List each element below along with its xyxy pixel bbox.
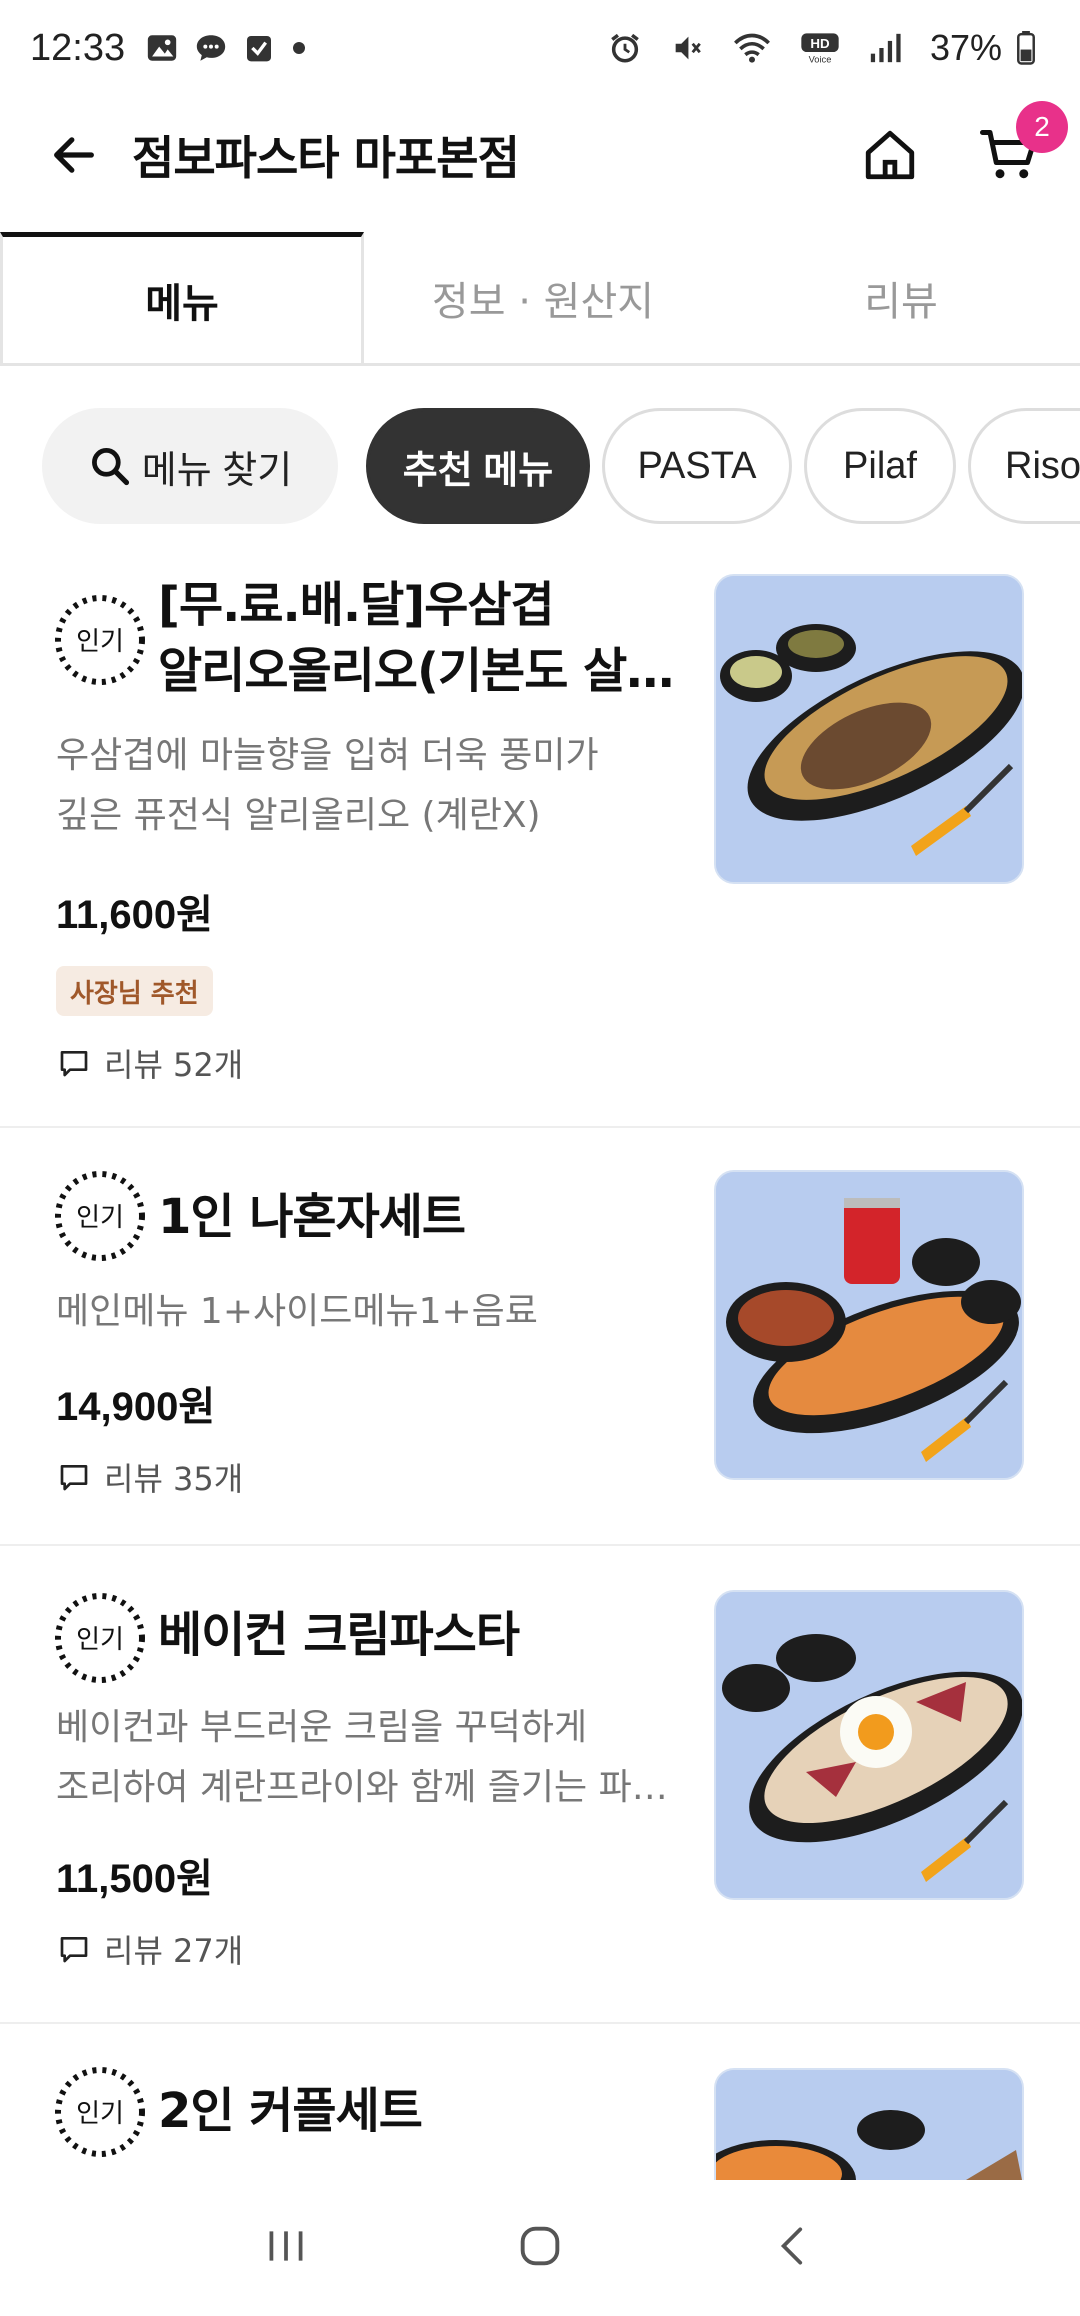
chat-icon xyxy=(193,31,229,65)
chip-risotto[interactable]: Riso xyxy=(968,408,1080,524)
menu-item-reviews: 리뷰 35개 xyxy=(58,1454,243,1500)
dot-icon xyxy=(289,38,309,58)
popular-badge-icon: 인기 xyxy=(54,1592,146,1684)
menu-item[interactable]: 인기 2인 커플세트 xyxy=(0,2024,1080,2180)
popular-badge-label: 인기 xyxy=(76,2099,124,2129)
menu-item-desc-line1: 메인메뉴 1+사이드메뉴1+음료 xyxy=(56,1291,538,1332)
cart-count-badge: 2 xyxy=(1016,101,1068,153)
menu-item-desc-line2: 깊은 퓨전식 알리올리오 (계란X) xyxy=(56,795,541,836)
cream-pasta-image xyxy=(716,1592,1022,1898)
popular-badge-label: 인기 xyxy=(76,1625,124,1655)
tab-menu[interactable]: 메뉴 xyxy=(0,232,364,363)
category-chips: 메뉴 찾기 추천 메뉴 PASTA Pilaf Riso xyxy=(0,408,1080,526)
popular-badge-icon: 인기 xyxy=(54,594,146,686)
home-nav-button[interactable] xyxy=(514,2220,566,2276)
menu-item-price: 14,900원 xyxy=(56,1385,216,1429)
review-bubble-icon xyxy=(60,1937,88,1963)
arrow-left-icon xyxy=(54,137,94,173)
signal-icon xyxy=(868,31,902,65)
review-count: 리뷰 52개 xyxy=(104,1046,244,1084)
alarm-icon xyxy=(608,31,642,65)
svg-text:HD: HD xyxy=(810,36,830,51)
app-header: 점보파스타 마포본점 2 xyxy=(0,96,1080,214)
review-count: 리뷰 35개 xyxy=(104,1460,244,1498)
menu-item[interactable]: 인기 1인 나혼자세트 메인메뉴 1+사이드메뉴1+음료 14,900원 리뷰 … xyxy=(0,1128,1080,1546)
store-tabs: 메뉴 정보 · 원산지 리뷰 xyxy=(0,232,1080,366)
menu-item-price: 11,600원 xyxy=(56,893,213,937)
menu-item-name-line2: 알리오올리오(기본도 살… xyxy=(158,643,674,699)
mute-icon xyxy=(670,31,704,65)
review-bubble-icon xyxy=(60,1465,88,1491)
gallery-icon xyxy=(145,31,179,65)
home-button[interactable] xyxy=(854,119,926,191)
menu-item-name-line1: 2인 커플세트 xyxy=(158,2083,423,2139)
pasta-set-image xyxy=(716,1172,1022,1478)
popular-badge-icon: 인기 xyxy=(54,2066,146,2158)
store-title: 점보파스타 마포본점 xyxy=(132,131,520,185)
menu-item-photo[interactable] xyxy=(714,1170,1024,1480)
pasta-dish-image xyxy=(716,576,1022,882)
search-icon xyxy=(91,448,129,486)
menu-item-desc-line2: 조리하여 계란프라이와 함께 즐기는 파… xyxy=(56,1767,668,1808)
home-icon xyxy=(865,130,915,180)
menu-item-photo[interactable] xyxy=(714,2068,1024,2180)
menu-item-desc-line1: 베이컨과 부드러운 크림을 꾸덕하게 xyxy=(56,1707,588,1748)
check-icon xyxy=(243,31,275,65)
menu-search-button[interactable]: 메뉴 찾기 xyxy=(42,408,338,524)
chip-recommended[interactable]: 추천 메뉴 xyxy=(366,408,590,524)
review-count: 리뷰 27개 xyxy=(104,1932,244,1970)
tab-info-origin[interactable]: 정보 · 원산지 xyxy=(364,232,722,363)
popular-badge-label: 인기 xyxy=(76,1203,124,1233)
couple-set-image xyxy=(716,2070,1022,2180)
status-time: 12:33 xyxy=(30,26,126,69)
back-button[interactable] xyxy=(38,119,110,191)
hd-voice-icon: HD Voice xyxy=(800,31,840,65)
menu-item-price: 11,500원 xyxy=(56,1857,213,1901)
popular-badge-label: 인기 xyxy=(76,627,124,657)
menu-item-photo[interactable] xyxy=(714,1590,1024,1900)
chip-pasta[interactable]: PASTA xyxy=(602,408,792,524)
menu-item-desc-line1: 우삼겹에 마늘향을 입혀 더욱 풍미가 xyxy=(56,735,599,776)
menu-search-label: 메뉴 찾기 xyxy=(141,449,293,492)
status-bar: 12:33 HD Voice 37% xyxy=(0,0,1080,96)
tab-reviews[interactable]: 리뷰 xyxy=(722,232,1080,363)
chip-pilaf[interactable]: Pilaf xyxy=(804,408,956,524)
popular-badge-icon: 인기 xyxy=(54,1170,146,1262)
menu-item[interactable]: 인기 [무.료.배.달]우삼겹 알리오올리오(기본도 살… 우삼겹에 마늘향을 … xyxy=(0,556,1080,1128)
cart-button[interactable]: 2 xyxy=(974,101,1068,191)
system-nav-bar xyxy=(0,2180,1080,2316)
battery-percent: 37% xyxy=(929,27,1002,68)
menu-item-photo[interactable] xyxy=(714,574,1024,884)
wifi-icon xyxy=(732,31,772,65)
menu-item[interactable]: 인기 베이컨 크림파스타 베이컨과 부드러운 크림을 꾸덕하게 조리하여 계란프… xyxy=(0,1546,1080,2024)
menu-item-name-line1: 베이컨 크림파스타 xyxy=(158,1607,520,1663)
owner-recommend-tag: 사장님 추천 xyxy=(56,966,213,1016)
back-nav-button[interactable] xyxy=(769,2221,819,2275)
recent-apps-icon xyxy=(269,2231,303,2261)
menu-item-reviews: 리뷰 52개 xyxy=(58,1040,243,1086)
review-bubble-icon xyxy=(60,1051,88,1077)
chevron-left-icon xyxy=(780,2227,802,2265)
home-circle-icon xyxy=(520,2226,560,2266)
recent-apps-button[interactable] xyxy=(261,2221,311,2275)
menu-item-name-line1: [무.료.배.달]우삼겹 xyxy=(158,577,555,633)
menu-item-name-line1: 1인 나혼자세트 xyxy=(158,1189,466,1245)
menu-item-reviews: 리뷰 27개 xyxy=(58,1926,243,1972)
svg-text:Voice: Voice xyxy=(809,55,832,65)
battery-icon xyxy=(1016,31,1036,65)
